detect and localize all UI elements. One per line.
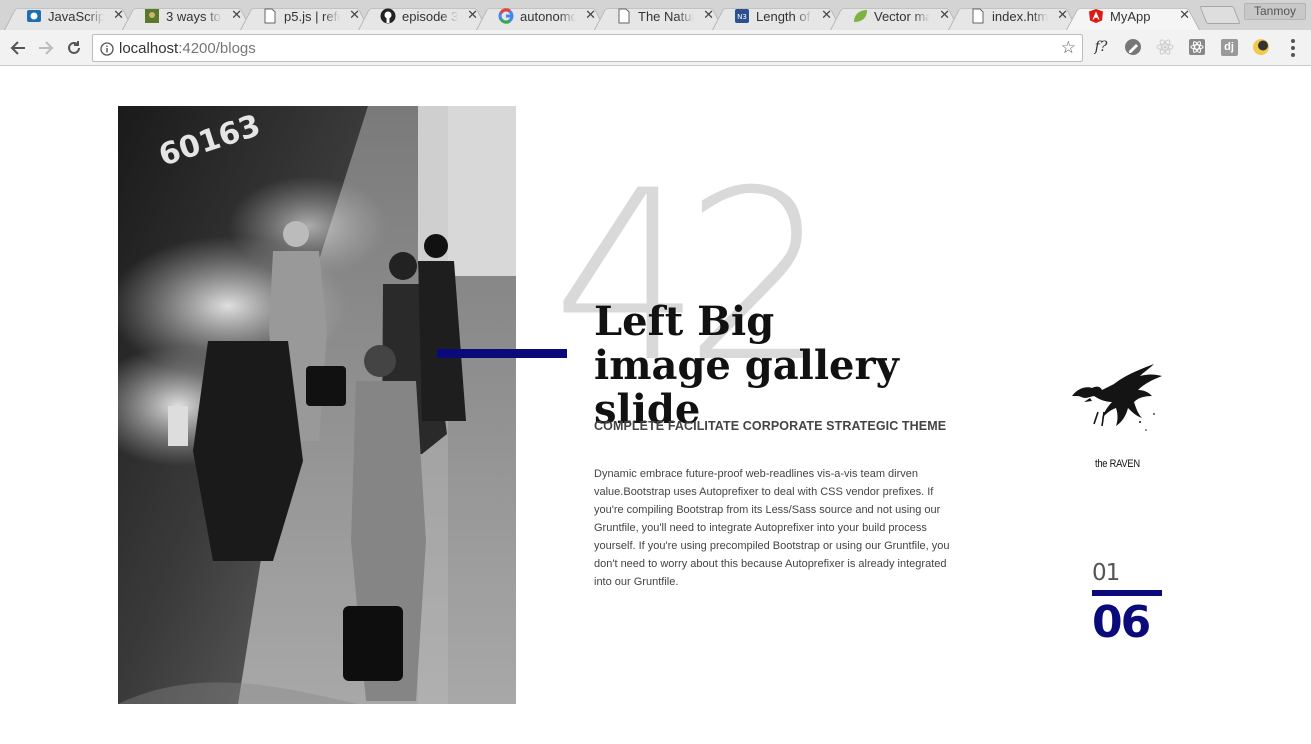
accent-bar [437, 349, 567, 358]
tab-title: Length of [756, 8, 811, 24]
raven-icon [1072, 364, 1162, 431]
page-icon [262, 8, 278, 24]
react-icon[interactable] [1155, 37, 1175, 57]
code-site-icon: N3 [734, 8, 750, 24]
arrow-right-icon [39, 41, 54, 55]
reload-button[interactable] [64, 38, 84, 58]
slide-counter-total: 06 [1092, 597, 1151, 648]
tab-title: 3 ways to [166, 8, 221, 24]
brand-name: the RAVEN [1095, 458, 1140, 470]
angular-icon [1088, 8, 1104, 24]
edit-tool-icon[interactable] [1123, 37, 1143, 57]
browser-tab[interactable]: episode 3 ✕ [358, 2, 488, 30]
browser-tab[interactable]: index.html ✕ [948, 2, 1078, 30]
atom-icon[interactable] [1187, 37, 1207, 57]
browser-tab-active[interactable]: MyApp ✕ [1066, 2, 1200, 30]
forward-button[interactable] [36, 38, 56, 58]
browser-menu-button[interactable] [1285, 39, 1301, 57]
new-tab-button[interactable] [1199, 6, 1241, 24]
leaf-icon [852, 8, 868, 24]
page-icon [970, 8, 986, 24]
tab-title: JavaScript [48, 8, 104, 24]
gallery-photo: 60163 [118, 106, 516, 704]
close-tab-icon[interactable]: ✕ [1179, 8, 1190, 24]
browser-tab[interactable]: autonomous ✕ [476, 2, 606, 30]
svg-text:N3: N3 [737, 13, 747, 21]
bookmark-star-icon[interactable]: ☆ [1061, 39, 1076, 57]
django-extension-icon[interactable]: dj [1219, 37, 1239, 57]
browser-tab[interactable]: Vector math ✕ [830, 2, 960, 30]
tab-title: episode 3 [402, 8, 458, 24]
browser-tab[interactable]: JavaScript ✕ [4, 2, 134, 30]
profile-button[interactable]: Tanmoy [1244, 3, 1306, 20]
image-thumbnail-icon [144, 8, 160, 24]
slide-headline: Left Big image gallery slide [594, 298, 899, 433]
javascript-site-icon [26, 8, 42, 24]
half-moon-icon[interactable] [1251, 37, 1271, 57]
slide-counter-divider [1092, 590, 1162, 596]
reload-icon [68, 41, 80, 54]
back-button[interactable] [8, 38, 28, 58]
slide-counter-current: 01 [1092, 560, 1120, 586]
info-icon[interactable] [100, 41, 114, 60]
url-text: localhost:4200/blogs [119, 40, 256, 57]
raven-logo[interactable] [1070, 360, 1166, 454]
fontface-extension-icon[interactable]: f? [1091, 37, 1111, 57]
browser-tab[interactable]: N3 Length of ✕ [712, 2, 842, 30]
browser-tab-strip: JavaScript ✕ 3 ways to ✕ p5.js | referen… [0, 0, 1311, 30]
arrow-left-icon [10, 41, 25, 55]
tab-title: The Nature [638, 8, 694, 24]
address-bar[interactable]: localhost:4200/blogs ☆ [92, 34, 1083, 62]
tab-title: MyApp [1110, 8, 1151, 24]
browser-tab[interactable]: p5.js | reference ✕ [240, 2, 370, 30]
tab-title: autonomous [520, 8, 576, 24]
browser-toolbar: localhost:4200/blogs ☆ f? dj [0, 30, 1311, 66]
tab-title: index.html [992, 8, 1048, 24]
slide-body-text: Dynamic embrace future-proof web-readlin… [594, 468, 950, 588]
github-icon [380, 8, 396, 24]
browser-tab[interactable]: 3 ways to ✕ [122, 2, 252, 30]
page-icon [616, 8, 632, 24]
slide-subheading: COMPLETE FACILITATE CORPORATE STRATEGIC … [594, 419, 947, 433]
browser-tab[interactable]: The Nature ✕ [594, 2, 724, 30]
google-icon [498, 8, 514, 24]
tab-title: p5.js | reference [284, 8, 340, 24]
tab-title: Vector math [874, 8, 930, 24]
